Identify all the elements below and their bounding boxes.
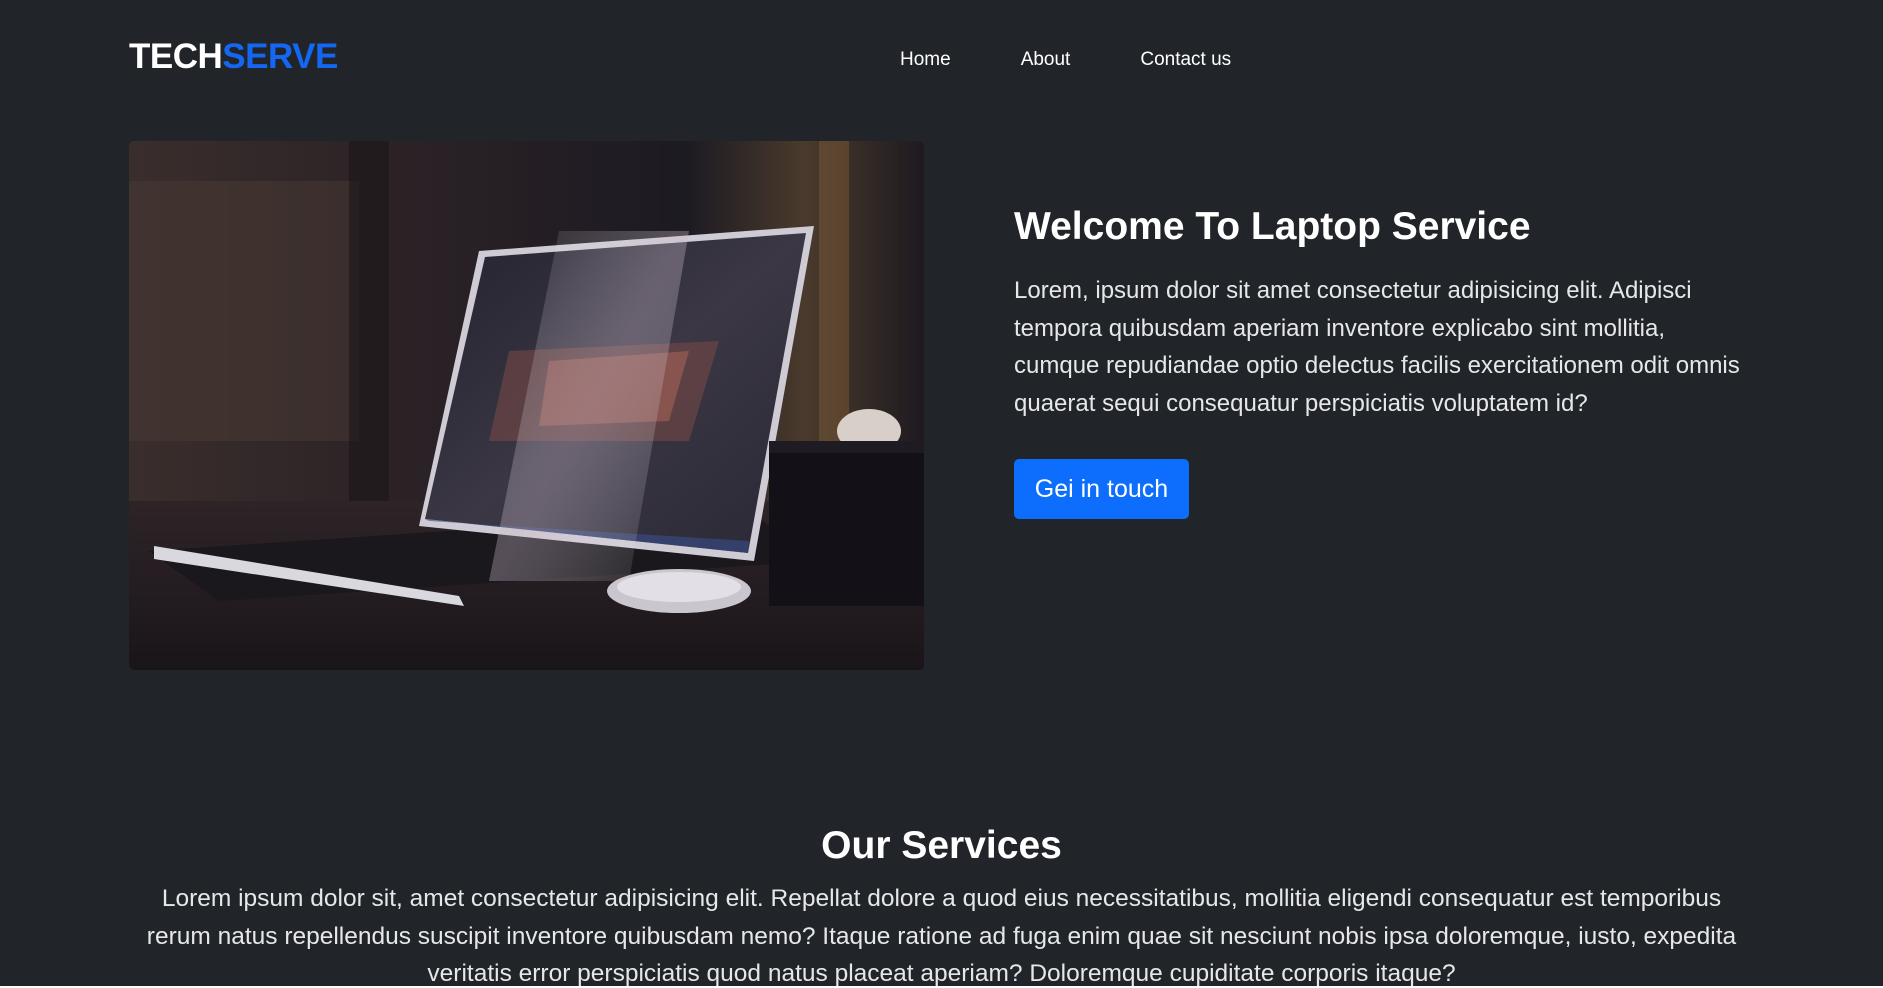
hero-title: Welcome To Laptop Service (1014, 205, 1531, 248)
hero-description: Lorem, ipsum dolor sit amet consectetur … (1014, 277, 1740, 417)
brand-logo-accent: SERVE (222, 37, 338, 76)
page: TECHSERVE Home About Contact us Welcome … (0, 0, 1883, 986)
main-nav: Home About Contact us (900, 46, 1301, 74)
services-title: Our Services (821, 824, 1062, 867)
brand-logo-main: TECH (129, 37, 223, 76)
hero-content: Welcome To Laptop Service Lorem, ipsum d… (1014, 200, 1754, 422)
nav-link-contact-us[interactable]: Contact us (1140, 46, 1231, 74)
nav-link-about[interactable]: About (1021, 46, 1071, 74)
brand-logo[interactable]: TECHSERVE (129, 36, 338, 78)
get-in-touch-button[interactable]: Gei in touch (1014, 459, 1189, 519)
nav-link-home[interactable]: Home (900, 46, 951, 74)
services-description: Lorem ipsum dolor sit, amet consectetur … (146, 885, 1737, 986)
hero-laptop-image (129, 141, 924, 670)
